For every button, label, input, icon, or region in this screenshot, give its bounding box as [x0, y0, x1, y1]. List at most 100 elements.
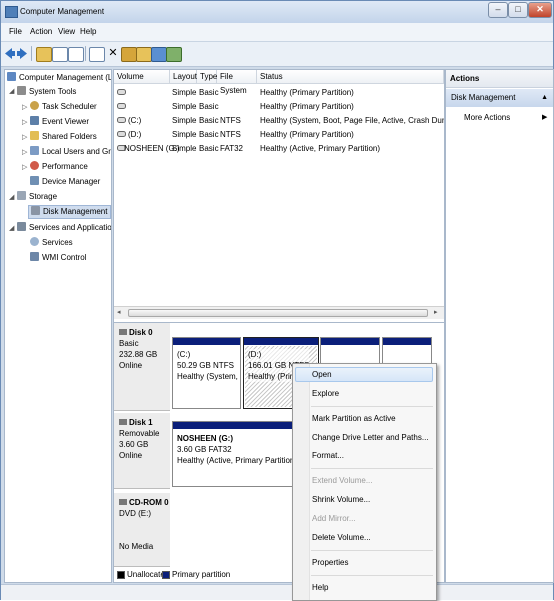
- expand-arrow-icon[interactable]: ▷: [22, 163, 27, 171]
- open-folder-icon[interactable]: [136, 47, 152, 62]
- drive-icon: [117, 114, 126, 128]
- tree-item-shared-folders[interactable]: Shared Folders: [30, 131, 97, 141]
- tree-item-services[interactable]: Services: [30, 237, 73, 247]
- context-item-format[interactable]: Format...: [312, 451, 344, 460]
- help-icon[interactable]: [89, 47, 105, 62]
- delete-x-icon[interactable]: ✕: [106, 47, 120, 60]
- collapse-arrow-icon[interactable]: ◢: [9, 193, 14, 201]
- collapse-up-icon[interactable]: ▲: [541, 89, 548, 107]
- primary-partition-bar: [383, 338, 431, 345]
- cdrom-icon: [119, 499, 127, 505]
- tree-item-services-applications[interactable]: Services and Applications: [17, 222, 111, 232]
- scroll-right-icon[interactable]: ▸: [434, 308, 438, 316]
- title-bar: Computer Management – □ ✕: [1, 1, 553, 23]
- primary-partition-bar: [321, 338, 379, 345]
- volume-row[interactable]: (D:) Simple Basic NTFS Healthy (Primary …: [114, 128, 444, 142]
- drive-icon: [117, 100, 126, 114]
- up-folder-icon[interactable]: [36, 47, 52, 62]
- event-viewer-icon: [30, 116, 39, 125]
- context-item-change-drive-letter[interactable]: Change Drive Letter and Paths...: [312, 433, 429, 442]
- tools-icon: [17, 86, 26, 95]
- clock-icon: [30, 101, 39, 110]
- scroll-left-icon[interactable]: ◂: [117, 308, 121, 316]
- close-button[interactable]: ✕: [528, 2, 552, 18]
- back-arrow-icon[interactable]: [5, 47, 15, 60]
- tree-item-task-scheduler[interactable]: Task Scheduler: [30, 101, 97, 111]
- context-item-add-mirror[interactable]: Add Mirror...: [312, 514, 356, 523]
- expand-arrow-icon[interactable]: ▷: [22, 148, 27, 156]
- expand-arrow-icon[interactable]: ▷: [22, 118, 27, 126]
- submenu-arrow-icon[interactable]: ▶: [542, 113, 547, 121]
- more-actions-item[interactable]: More Actions: [464, 113, 510, 122]
- column-header-layout[interactable]: Layout: [170, 70, 197, 84]
- tree-item-device-manager[interactable]: Device Manager: [30, 176, 100, 186]
- volume-row[interactable]: (C:) Simple Basic NTFS Healthy (System, …: [114, 114, 444, 128]
- tree-item-disk-management[interactable]: Disk Management: [28, 205, 111, 219]
- volume-row[interactable]: NOSHEEN (G:) Simple Basic FAT32 Healthy …: [114, 142, 444, 156]
- drive-icon: [117, 128, 126, 142]
- tree-item-event-viewer[interactable]: Event Viewer: [30, 116, 89, 126]
- tree-item-wmi-control[interactable]: WMI Control: [30, 252, 86, 262]
- forward-arrow-icon[interactable]: [17, 47, 27, 60]
- drive-icon: [117, 86, 126, 100]
- volume-row[interactable]: Simple Basic Healthy (Primary Partition): [114, 100, 444, 114]
- menu-view[interactable]: View: [58, 27, 75, 36]
- cdrom-0-info[interactable]: CD-ROM 0 DVD (E:) No Media: [114, 493, 170, 567]
- context-item-extend-volume[interactable]: Extend Volume...: [312, 476, 372, 485]
- collapse-arrow-icon[interactable]: ◢: [9, 87, 14, 95]
- tree-item-computer-management[interactable]: Computer Management (Local: [7, 72, 111, 82]
- primary-partition-bar: [173, 338, 240, 345]
- maximize-button[interactable]: □: [508, 2, 528, 18]
- minimize-button[interactable]: –: [488, 2, 508, 18]
- device-manager-icon: [30, 176, 39, 185]
- disk-0-info[interactable]: Disk 0 Basic 232.88 GB Online: [114, 323, 170, 411]
- column-header-type[interactable]: Type: [197, 70, 217, 84]
- context-item-mark-active[interactable]: Mark Partition as Active: [312, 414, 396, 423]
- context-item-explore[interactable]: Explore: [312, 389, 339, 398]
- computer-icon: [7, 72, 16, 81]
- primary-partition-bar: [244, 338, 318, 345]
- properties-icon[interactable]: [68, 47, 84, 62]
- wmi-icon: [30, 252, 39, 261]
- window-title: Computer Management: [20, 7, 105, 16]
- tree-item-performance[interactable]: Performance: [30, 161, 88, 171]
- scrollbar-thumb[interactable]: [128, 309, 428, 317]
- context-item-open[interactable]: Open: [312, 370, 332, 379]
- menu-help[interactable]: Help: [80, 27, 96, 36]
- context-item-properties[interactable]: Properties: [312, 558, 348, 567]
- expand-arrow-icon[interactable]: ▷: [22, 133, 27, 141]
- menu-action[interactable]: Action: [30, 27, 52, 36]
- rescan-disks-icon[interactable]: [151, 47, 167, 62]
- primary-partition-swatch: [162, 571, 170, 579]
- actions-disk-management[interactable]: Disk Management ▲: [446, 89, 553, 107]
- tree-item-system-tools[interactable]: System Tools: [17, 86, 76, 96]
- performance-icon: [30, 161, 39, 170]
- collapse-arrow-icon[interactable]: ◢: [9, 224, 14, 232]
- gear-icon: [30, 237, 39, 246]
- check-icon[interactable]: [121, 47, 137, 62]
- tree-item-local-users-groups[interactable]: Local Users and Groups: [30, 146, 111, 156]
- column-header-volume[interactable]: Volume: [114, 70, 170, 84]
- computer-management-icon: [5, 6, 18, 18]
- storage-icon: [17, 191, 26, 200]
- horizontal-scrollbar[interactable]: ◂ ▸: [114, 306, 444, 319]
- context-item-delete-volume[interactable]: Delete Volume...: [312, 533, 371, 542]
- context-item-help[interactable]: Help: [312, 583, 328, 592]
- menu-bar: File Action View Help: [1, 23, 553, 42]
- show-hide-console-tree-icon[interactable]: [52, 47, 68, 62]
- context-item-shrink-volume[interactable]: Shrink Volume...: [312, 495, 370, 504]
- refresh-icon[interactable]: [166, 47, 182, 62]
- actions-header: Actions: [446, 70, 553, 88]
- toolbar-separator: [31, 46, 32, 61]
- menu-file[interactable]: File: [9, 27, 22, 36]
- expand-arrow-icon[interactable]: ▷: [22, 103, 27, 111]
- column-header-file-system[interactable]: File System: [217, 70, 257, 95]
- disk-1-info[interactable]: Disk 1 Removable 3.60 GB Online: [114, 413, 170, 489]
- tree-item-storage[interactable]: Storage: [17, 191, 57, 201]
- disk-management-icon: [31, 206, 40, 215]
- column-header-status[interactable]: Status: [257, 70, 444, 84]
- partition-c[interactable]: (C:)50.29 GB NTFSHealthy (System, Boo: [172, 337, 241, 409]
- volume-row[interactable]: Simple Basic Healthy (Primary Partition): [114, 86, 444, 100]
- console-tree: Computer Management (Local ◢ System Tool…: [4, 69, 112, 583]
- removable-disk-icon: [119, 419, 127, 425]
